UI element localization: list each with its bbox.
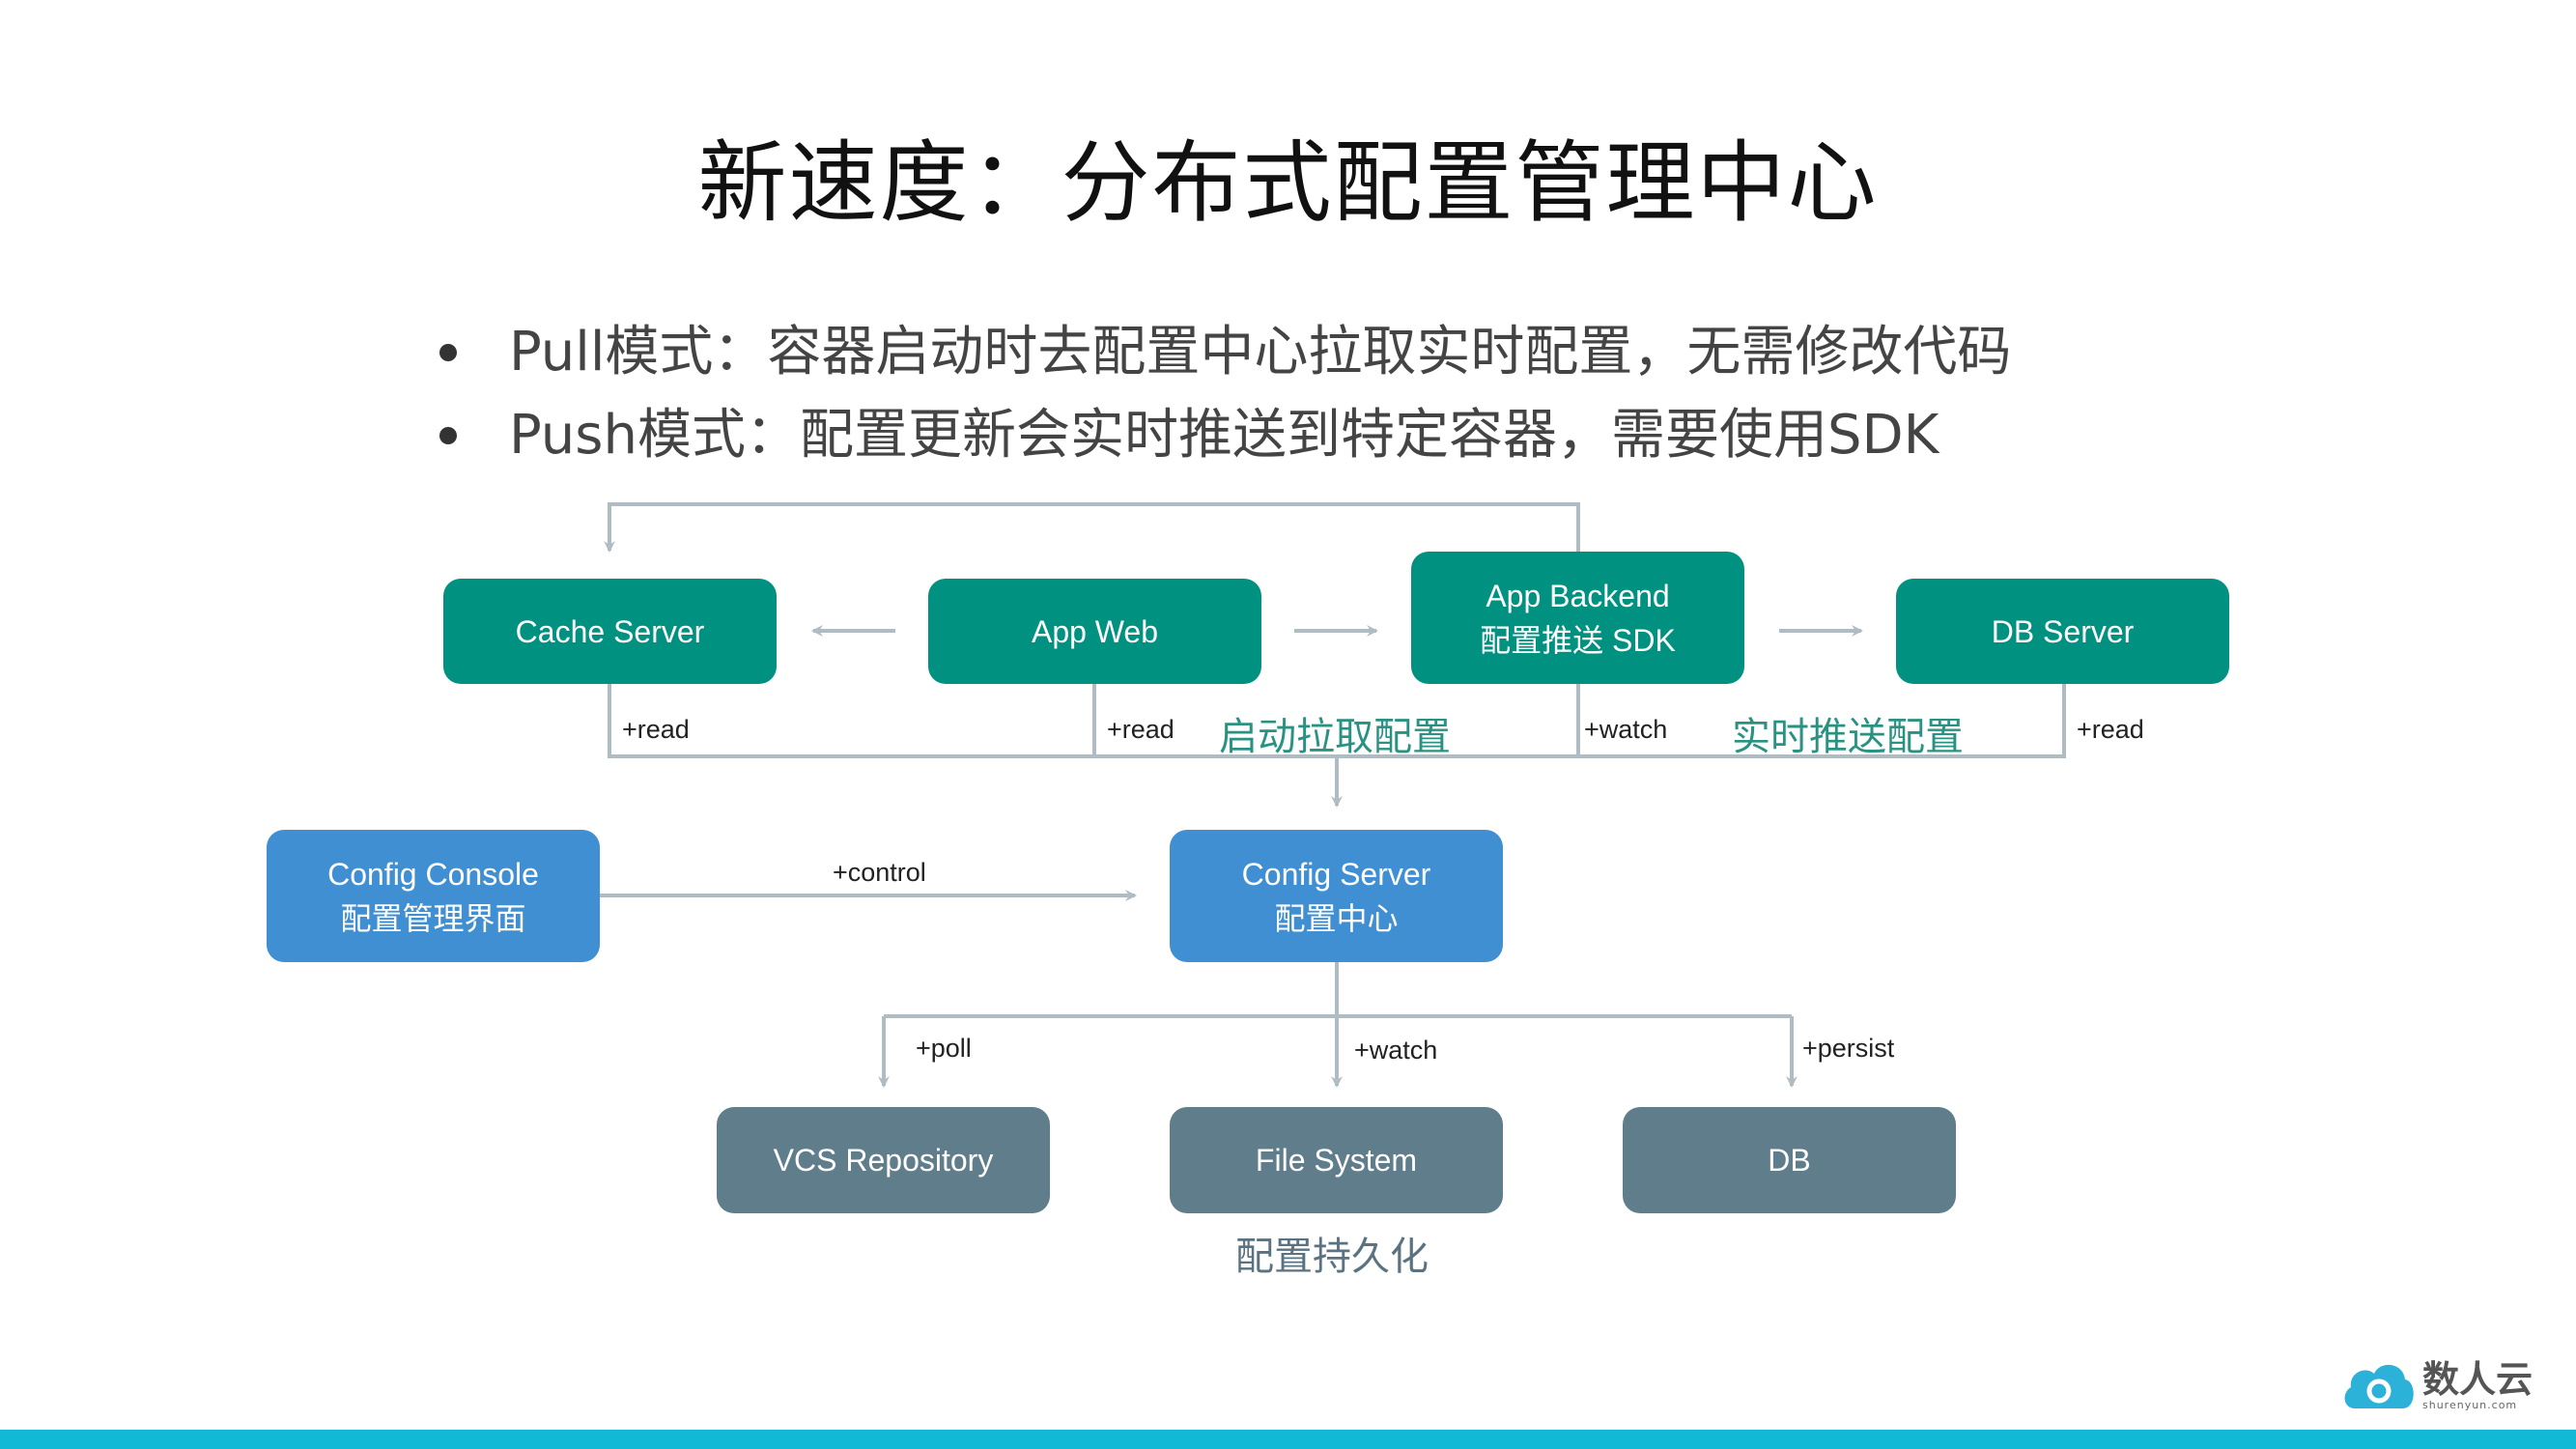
annotation-persistence-text: 配置持久化 [1235,1235,1429,1279]
edge-label-persist: +persist [1802,1034,1895,1063]
node-db: DB [1623,1107,1956,1213]
node-cache-server: Cache Server [443,579,777,684]
edge-label-poll: +poll [916,1034,972,1063]
edge-label-cache-read: +read [622,715,690,744]
node-file-system: File System [1170,1107,1503,1213]
node-config-server: Config Server 配置中心 [1170,830,1503,962]
edge-label-web-read: +read [1107,715,1175,744]
edge-label-control: +control [833,858,926,887]
backend-to-cache-arrow [604,502,1580,553]
logo-name: 数人云 [2422,1357,2534,1401]
node-app-web: App Web [928,579,1261,684]
edge-label-db-read: +read [2077,715,2144,744]
annotation-push: 实时推送配置 [1732,715,1964,759]
node-db-server: DB Server [1896,579,2229,684]
node-vcs-repository: VCS Repository [717,1107,1050,1213]
node-app-backend: App Backend 配置推送 SDK [1411,552,1744,684]
annotation-pull: 启动拉取配置 [1219,715,1451,759]
cloud-logo-icon [2344,1364,2414,1408]
logo-domain: shurenyun.com [2422,1398,2518,1411]
node-config-console: Config Console 配置管理界面 [267,830,600,962]
footer-bar [0,1430,2576,1449]
edge-label-watch: +watch [1354,1036,1438,1065]
edge-label-backend-watch: +watch [1584,715,1668,744]
brand-logo: 数人云 shurenyun.com [2341,1358,2533,1412]
